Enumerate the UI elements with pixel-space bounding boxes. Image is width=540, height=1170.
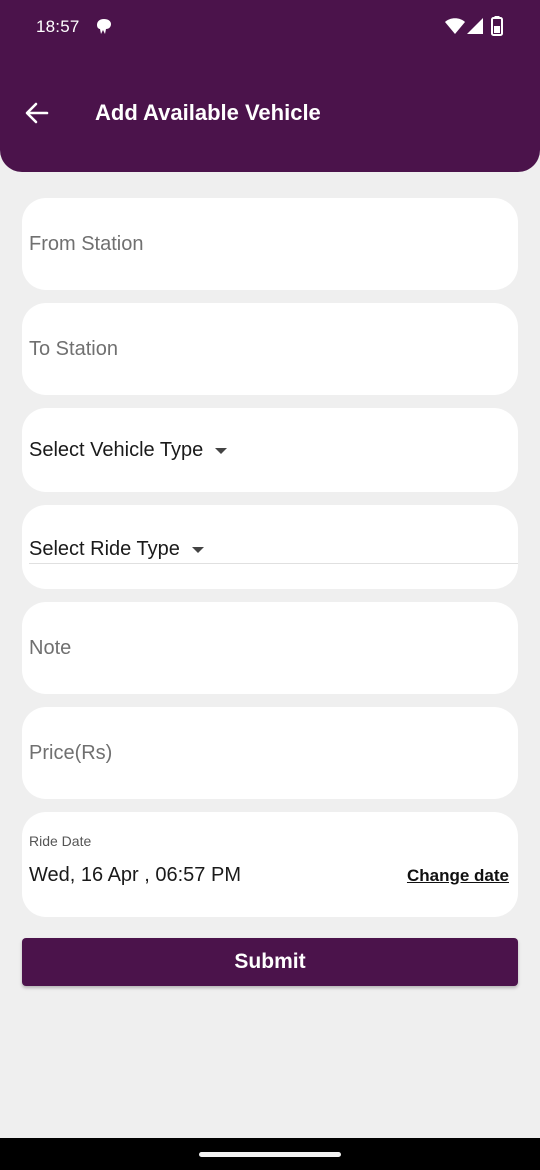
signal-icon — [467, 18, 483, 34]
status-time: 18:57 — [36, 17, 80, 36]
notification-icon — [97, 19, 111, 34]
note-card — [22, 602, 518, 694]
home-indicator[interactable] — [199, 1152, 341, 1157]
ride-date-card: Ride Date Wed, 16 Apr , 06:57 PM Change … — [22, 812, 518, 917]
caret-down-icon — [191, 546, 204, 553]
vehicle-type-dropdown[interactable]: Select Vehicle Type — [29, 439, 228, 462]
note-input[interactable] — [22, 602, 518, 694]
wifi-icon — [445, 18, 465, 34]
back-button[interactable] — [22, 98, 52, 128]
status-bar: 18:57 — [0, 0, 540, 54]
arrow-left-icon — [25, 102, 49, 124]
ride-type-underline — [29, 563, 518, 564]
battery-icon — [491, 16, 503, 36]
ride-type-dropdown[interactable]: Select Ride Type — [29, 538, 204, 561]
to-station-input[interactable] — [22, 303, 518, 395]
ride-date-value: Wed, 16 Apr , 06:57 PM — [29, 864, 241, 886]
ride-type-card: Select Ride Type — [22, 505, 518, 589]
screen: 18:57 Add Available Vehicle From Station… — [0, 0, 540, 1170]
caret-down-icon — [215, 447, 228, 454]
vehicle-type-card: Select Vehicle Type — [22, 408, 518, 492]
page-title: Add Available Vehicle — [95, 100, 321, 125]
change-date-link[interactable]: Change date — [407, 866, 509, 886]
submit-button[interactable]: Submit — [22, 938, 518, 986]
ride-type-label: Select Ride Type — [29, 538, 180, 560]
from-station-card — [22, 198, 518, 290]
price-card — [22, 707, 518, 799]
app-bar: 18:57 Add Available Vehicle — [0, 0, 540, 172]
to-station-card — [22, 303, 518, 395]
vehicle-type-label: Select Vehicle Type — [29, 439, 204, 461]
price-input[interactable] — [22, 707, 518, 799]
ride-date-label: Ride Date — [29, 833, 92, 849]
from-station-input[interactable] — [22, 198, 518, 290]
